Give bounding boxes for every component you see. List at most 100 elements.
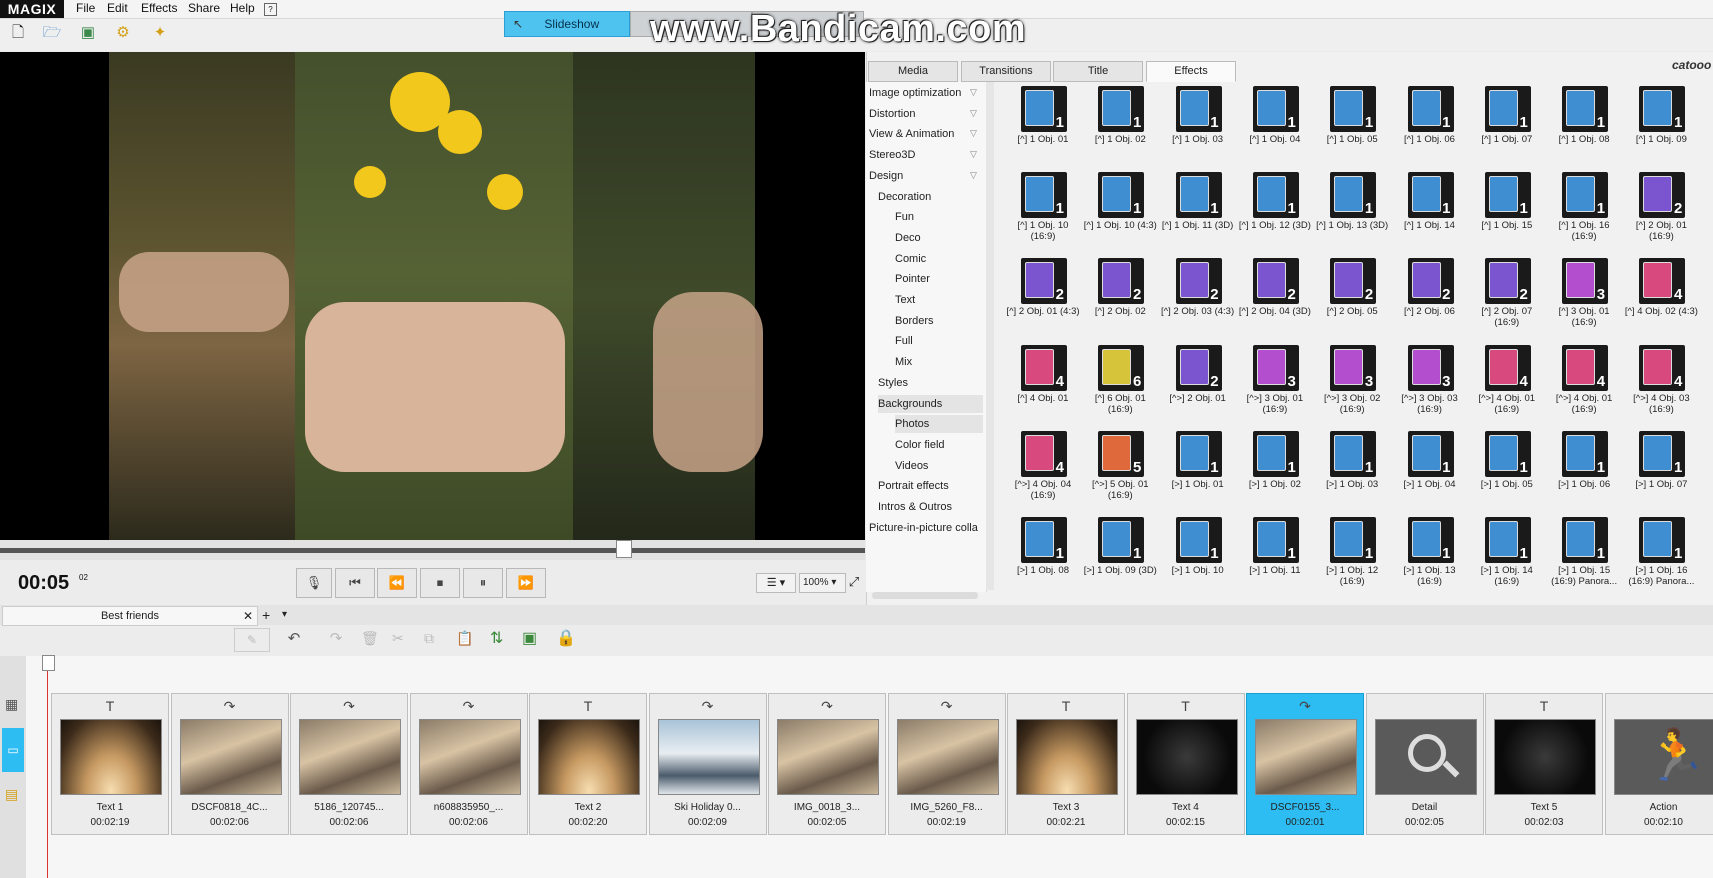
stop-button[interactable]: ⏹	[420, 568, 460, 598]
category-item[interactable]: Styles	[878, 374, 983, 392]
category-scrollbar[interactable]	[986, 82, 994, 590]
fullscreen-icon[interactable]: ⤢	[846, 573, 862, 591]
category-item[interactable]: Intros & Outros	[878, 498, 983, 516]
tab-effects[interactable]: Effects	[1146, 61, 1236, 82]
save-icon[interactable]: ▣	[78, 23, 98, 43]
effect-item[interactable]: 1 [^] 1 Obj. 02	[1082, 86, 1158, 170]
view-options-dropdown[interactable]: ☰ ▾	[756, 573, 796, 593]
playhead-handle[interactable]	[42, 655, 55, 671]
import-icon[interactable]: ⚙	[113, 23, 133, 43]
tab-transitions[interactable]: Transitions	[961, 61, 1051, 82]
help-icon[interactable]: ?	[264, 3, 277, 16]
category-item[interactable]: Image optimization	[869, 84, 983, 102]
storyboard-clip[interactable]: 🏃 Action 00:02:10	[1604, 693, 1713, 835]
category-item[interactable]: View & Animation	[869, 125, 983, 143]
record-voice-button[interactable]: 🎙	[296, 568, 332, 598]
project-tab[interactable]: Best friends ✕	[2, 606, 258, 626]
storyboard-clip[interactable]: T Text 4 00:02:15	[1126, 693, 1245, 835]
chevron-down-icon[interactable]: ▽	[970, 128, 977, 139]
storyboard-clip[interactable]: ↷ IMG_0018_3... 00:02:05	[768, 693, 886, 835]
chevron-down-icon[interactable]: ▽	[970, 149, 977, 160]
category-item[interactable]: Stereo3D	[869, 146, 983, 164]
fast-forward-button[interactable]: ⏩	[506, 568, 546, 598]
effect-item[interactable]: 6 [^] 6 Obj. 01 (16:9)	[1082, 344, 1158, 429]
category-item[interactable]: Fun	[895, 208, 983, 226]
storyboard-clip[interactable]: ↷ n608835950_... 00:02:06	[409, 693, 528, 835]
effect-item[interactable]: 2 [^] 2 Obj. 04 (3D)	[1237, 258, 1313, 342]
effect-item[interactable]: 2 [^] 2 Obj. 05	[1314, 258, 1390, 342]
category-item[interactable]: Videos	[895, 457, 983, 475]
effect-item[interactable]: 1 [>] 1 Obj. 13 (16:9)	[1392, 517, 1468, 601]
effect-item[interactable]: 1 [^] 1 Obj. 12 (3D)	[1237, 172, 1313, 256]
effect-item[interactable]: 1 [>] 1 Obj. 05	[1469, 430, 1545, 515]
effect-item[interactable]: 4 [^>] 4 Obj. 01 (16:9)	[1469, 344, 1545, 429]
category-item[interactable]: Photos	[895, 415, 983, 434]
effect-item[interactable]: 1 [>] 1 Obj. 15 (16:9) Panora...	[1546, 517, 1622, 601]
pause-button[interactable]: ⏸	[463, 568, 503, 598]
effect-item[interactable]: 1 [^] 1 Obj. 03	[1160, 86, 1236, 170]
insert-icon[interactable]: ▣	[522, 628, 537, 648]
effect-item[interactable]: 1 [^] 1 Obj. 05	[1314, 86, 1390, 170]
effect-item[interactable]: 1 [^] 1 Obj. 09	[1623, 86, 1699, 170]
category-item[interactable]: Decoration	[878, 188, 983, 206]
category-item[interactable]: Color field	[895, 436, 983, 454]
effect-item[interactable]: 1 [^] 1 Obj. 13 (3D)	[1314, 172, 1390, 256]
effect-item[interactable]: 2 [^] 2 Obj. 01 (4:3)	[1005, 258, 1081, 342]
menu-file[interactable]: File	[76, 0, 95, 18]
effect-item[interactable]: 1 [>] 1 Obj. 08	[1005, 517, 1081, 601]
lock-icon[interactable]: 🔒	[556, 628, 576, 648]
effect-item[interactable]: 1 [>] 1 Obj. 07	[1623, 430, 1699, 515]
grid-view-icon[interactable]: ▦	[5, 696, 18, 713]
effect-item[interactable]: 2 [^] 2 Obj. 03 (4:3)	[1160, 258, 1236, 342]
rewind-button[interactable]: ⏪	[377, 568, 417, 598]
effect-item[interactable]: 3 [^] 3 Obj. 01 (16:9)	[1546, 258, 1622, 342]
effect-item[interactable]: 3 [^>] 3 Obj. 01 (16:9)	[1237, 344, 1313, 429]
effect-item[interactable]: 1 [>] 1 Obj. 10	[1160, 517, 1236, 601]
storyboard-clip[interactable]: ↷ DSCF0155_3... 00:02:01	[1246, 693, 1364, 835]
chevron-down-icon[interactable]: ▽	[970, 87, 977, 98]
menu-share[interactable]: Share	[188, 0, 220, 18]
menu-effects[interactable]: Effects	[141, 0, 177, 18]
storyboard-clip[interactable]: ↷ DSCF0818_4C... 00:02:06	[170, 693, 289, 835]
effect-item[interactable]: 2 [^] 2 Obj. 02	[1082, 258, 1158, 342]
effect-item[interactable]: 1 [^] 1 Obj. 10 (16:9)	[1005, 172, 1081, 256]
effect-item[interactable]: 1 [^] 1 Obj. 15	[1469, 172, 1545, 256]
category-item[interactable]: Full	[895, 332, 983, 350]
category-item[interactable]: Deco	[895, 229, 983, 247]
category-item[interactable]: Mix	[895, 353, 983, 371]
category-item[interactable]: Comic	[895, 250, 983, 268]
effect-item[interactable]: 1 [^] 1 Obj. 06	[1392, 86, 1468, 170]
effect-item[interactable]: 1 [>] 1 Obj. 06	[1546, 430, 1622, 515]
timeline-view-icon[interactable]: ▤	[5, 786, 18, 803]
effect-item[interactable]: 1 [^] 1 Obj. 01	[1005, 86, 1081, 170]
menu-edit[interactable]: Edit	[107, 0, 128, 18]
open-folder-icon[interactable]: 🗁	[42, 23, 62, 43]
effect-item[interactable]: 4 [^] 4 Obj. 02 (4:3)	[1623, 258, 1699, 342]
effect-item[interactable]: 1 [>] 1 Obj. 16 (16:9) Panora...	[1623, 517, 1699, 601]
effect-item[interactable]: 1 [>] 1 Obj. 11	[1237, 517, 1313, 601]
storyboard-clip[interactable]: ↷ 5186_120745... 00:02:06	[290, 693, 408, 835]
effect-item[interactable]: 5 [^>] 5 Obj. 01 (16:9)	[1082, 430, 1158, 515]
storyboard-clip[interactable]: T Text 1 00:02:19	[51, 693, 169, 835]
effect-item[interactable]: 4 [^>] 4 Obj. 01 (16:9)	[1546, 344, 1622, 429]
category-item[interactable]: Distortion	[869, 105, 983, 123]
tab-title[interactable]: Title	[1053, 61, 1143, 82]
effect-item[interactable]: 4 [^>] 4 Obj. 03 (16:9)	[1623, 344, 1699, 429]
menu-help[interactable]: Help	[230, 0, 255, 18]
category-hscrollbar[interactable]	[872, 592, 978, 599]
effect-item[interactable]: 1 [>] 1 Obj. 12 (16:9)	[1314, 517, 1390, 601]
category-item[interactable]: Backgrounds	[878, 394, 983, 413]
tab-dropdown-icon[interactable]: ▾	[282, 606, 287, 624]
preview-monitor[interactable]	[0, 52, 865, 540]
storyboard-view-icon[interactable]: ▭	[2, 728, 24, 772]
skip-start-button[interactable]: ⏮	[335, 568, 375, 598]
copy-icon[interactable]: ⧉	[424, 630, 434, 647]
category-item[interactable]: Portrait effects	[878, 477, 983, 495]
new-file-icon[interactable]: 🗋	[8, 23, 28, 43]
effect-item[interactable]: 3 [^>] 3 Obj. 02 (16:9)	[1314, 344, 1390, 429]
category-item[interactable]: Text	[895, 291, 983, 309]
effect-item[interactable]: 3 [^>] 3 Obj. 03 (16:9)	[1392, 344, 1468, 429]
slideshow-mode-button[interactable]: ↖ Slideshow	[504, 11, 630, 37]
effect-item[interactable]: 1 [^] 1 Obj. 08	[1546, 86, 1622, 170]
storyboard-clip[interactable]: T Text 3 00:02:21	[1007, 693, 1125, 835]
